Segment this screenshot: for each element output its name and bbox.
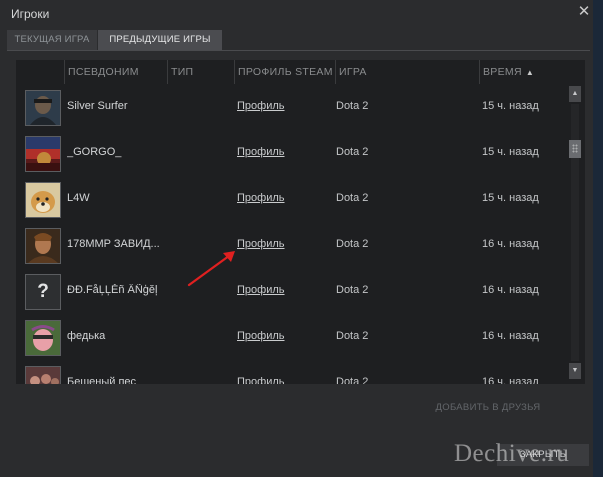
table-row[interactable]: Silver Surfer Профиль Dota 2 15 ч. назад bbox=[16, 85, 567, 131]
profile-link[interactable]: Профиль bbox=[237, 146, 285, 158]
question-mark-icon: ? bbox=[37, 281, 49, 302]
close-icon[interactable]: ✕ bbox=[576, 4, 592, 20]
profile-link[interactable]: Профиль bbox=[237, 376, 285, 384]
column-header-nickname[interactable]: ПСЕВДОНИМ bbox=[64, 60, 168, 84]
tab-current-game[interactable]: ТЕКУЩАЯ ИГРА bbox=[7, 30, 97, 50]
player-name: L4W bbox=[67, 192, 90, 204]
time-ago: 15 ч. назад bbox=[482, 146, 539, 158]
profile-link[interactable]: Профиль bbox=[237, 192, 285, 204]
column-header-game[interactable]: ИГРА bbox=[335, 60, 479, 84]
player-name: Бешеный пес bbox=[67, 376, 137, 384]
background-strip bbox=[593, 0, 603, 477]
player-name: Silver Surfer bbox=[67, 100, 128, 112]
tab-previous-games[interactable]: ПРЕДЫДУЩИЕ ИГРЫ bbox=[98, 30, 222, 50]
grip-icon bbox=[572, 143, 578, 153]
profile-link[interactable]: Профиль bbox=[237, 238, 285, 250]
game-name: Dota 2 bbox=[336, 330, 369, 342]
profile-link[interactable]: Профиль bbox=[237, 100, 285, 112]
question-mark-avatar[interactable]: ? bbox=[25, 274, 61, 310]
hero-avatar[interactable] bbox=[25, 228, 61, 264]
player-name: ÐÐ.FåĻĻĚñ ÂÑģĕļ bbox=[67, 284, 158, 296]
players-table: ПСЕВДОНИМ ТИП ПРОФИЛЬ STEAM ИГРА ВРЕМЯ ▲ … bbox=[16, 60, 585, 384]
table-scrollbar[interactable]: ▲ ▼ bbox=[568, 84, 582, 384]
dialog-title: Игроки bbox=[11, 7, 50, 21]
title-bar: Игроки ✕ bbox=[0, 0, 595, 28]
column-header-steam-profile[interactable]: ПРОФИЛЬ STEAM bbox=[234, 60, 335, 84]
table-row[interactable]: Бешеный пес Профиль Dota 2 16 ч. назад bbox=[16, 361, 567, 384]
add-friend-button[interactable]: ДОБАВИТЬ В ДРУЗЬЯ bbox=[423, 399, 553, 417]
column-header-time[interactable]: ВРЕМЯ ▲ bbox=[479, 60, 568, 84]
column-header-avatar bbox=[16, 60, 64, 84]
players-dialog: Игроки ✕ ТЕКУЩАЯ ИГРА ПРЕДЫДУЩИЕ ИГРЫ ПС… bbox=[0, 0, 603, 477]
game-name: Dota 2 bbox=[336, 238, 369, 250]
time-ago: 16 ч. назад bbox=[482, 238, 539, 250]
pink-face-avatar[interactable] bbox=[25, 320, 61, 356]
time-ago: 15 ч. назад bbox=[482, 100, 539, 112]
time-ago: 16 ч. назад bbox=[482, 376, 539, 384]
player-name: федька bbox=[67, 330, 106, 342]
red-arrow-annotation-icon bbox=[187, 251, 235, 287]
time-ago: 16 ч. назад bbox=[482, 330, 539, 342]
table-row[interactable]: 178MMP ЗАВИД... Профиль Dota 2 16 ч. наз… bbox=[16, 223, 567, 269]
scroll-thumb[interactable] bbox=[569, 139, 581, 158]
game-name: Dota 2 bbox=[336, 146, 369, 158]
group-photo-avatar[interactable] bbox=[25, 366, 61, 384]
close-button[interactable]: ЗАКРЫТЬ bbox=[497, 444, 589, 466]
game-name: Dota 2 bbox=[336, 376, 369, 384]
profile-link[interactable]: Профиль bbox=[237, 284, 285, 296]
player-name: 178MMP ЗАВИД... bbox=[67, 238, 160, 250]
table-row[interactable]: ? ÐÐ.FåĻĻĚñ ÂÑģĕļ Профиль Dota 2 16 ч. н… bbox=[16, 269, 567, 315]
doge-avatar[interactable] bbox=[25, 182, 61, 218]
sort-ascending-icon: ▲ bbox=[525, 68, 535, 77]
scroll-down-icon[interactable]: ▼ bbox=[569, 363, 581, 379]
column-header-time-label: ВРЕМЯ bbox=[483, 66, 522, 78]
column-header-type[interactable]: ТИП bbox=[167, 60, 234, 84]
table-header: ПСЕВДОНИМ ТИП ПРОФИЛЬ STEAM ИГРА ВРЕМЯ ▲ bbox=[16, 60, 585, 84]
flag-red-avatar[interactable] bbox=[25, 136, 61, 172]
time-ago: 15 ч. назад bbox=[482, 192, 539, 204]
tab-divider bbox=[7, 50, 590, 51]
table-row[interactable]: L4W Профиль Dota 2 15 ч. назад bbox=[16, 177, 567, 223]
time-ago: 16 ч. назад bbox=[482, 284, 539, 296]
table-row[interactable]: федька Профиль Dota 2 16 ч. назад bbox=[16, 315, 567, 361]
game-name: Dota 2 bbox=[336, 284, 369, 296]
game-name: Dota 2 bbox=[336, 100, 369, 112]
game-name: Dota 2 bbox=[336, 192, 369, 204]
profile-link[interactable]: Профиль bbox=[237, 330, 285, 342]
table-row[interactable]: _GORGO_ Профиль Dota 2 15 ч. назад bbox=[16, 131, 567, 177]
player-name: _GORGO_ bbox=[67, 146, 122, 158]
scroll-up-icon[interactable]: ▲ bbox=[569, 86, 581, 102]
portrait-dark-avatar[interactable] bbox=[25, 90, 61, 126]
